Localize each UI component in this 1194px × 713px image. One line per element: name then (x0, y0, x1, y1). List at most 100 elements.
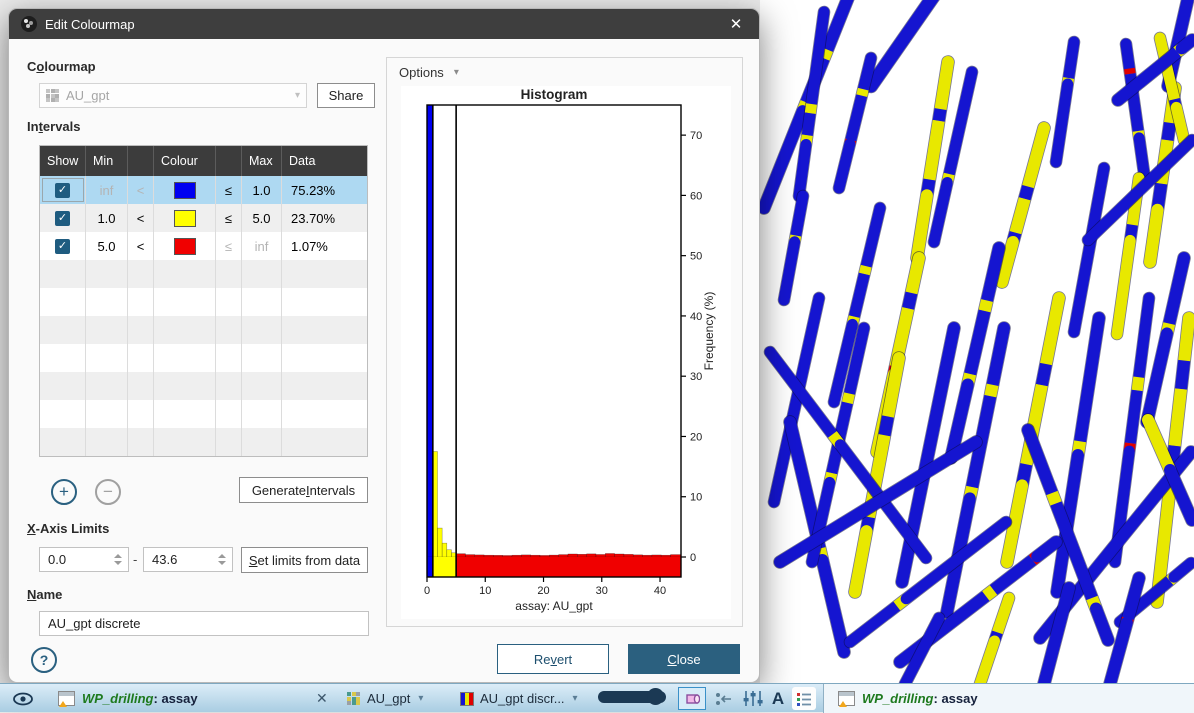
scene-3d-viewport[interactable] (760, 0, 1194, 683)
spinner-arrows-icon[interactable] (218, 554, 226, 565)
show-checkbox[interactable]: ✓ (55, 239, 70, 254)
column-header: Data (282, 146, 367, 176)
intervals-label: Intervals (27, 119, 81, 134)
colourmap-grid-icon (46, 89, 60, 102)
x-axis-limits-label: X-Axis Limits (27, 521, 109, 536)
show-checkbox[interactable]: ✓ (55, 183, 70, 198)
max-operator: ≤ (216, 204, 242, 232)
table-row-empty[interactable] (40, 288, 367, 316)
text-display-button[interactable]: A (768, 687, 788, 710)
sliders-icon[interactable] (740, 687, 766, 710)
legend-list-button[interactable] (792, 687, 816, 710)
colourmap-select[interactable]: AU_gpt ▾ (39, 83, 307, 108)
chevron-down-icon: ▾ (295, 90, 300, 101)
svg-text:Frequency (%): Frequency (%) (702, 292, 716, 371)
table-row-empty[interactable] (40, 344, 367, 372)
share-button[interactable]: Share (317, 83, 375, 108)
svg-text:0: 0 (424, 585, 430, 597)
column-header (128, 146, 154, 176)
colour-swatch[interactable] (174, 182, 196, 199)
slider-handle[interactable] (647, 688, 664, 705)
min-value: 5.0 (86, 232, 128, 260)
edit-colourmap-dialog: Edit Colourmap ✕ Colourmap AU_gpt ▾ Shar… (8, 8, 760, 683)
table-row[interactable]: ✓5.0<≤inf1.07% (40, 232, 367, 260)
svg-text:60: 60 (690, 190, 702, 202)
drillhole (951, 248, 999, 458)
svg-text:40: 40 (690, 311, 702, 323)
data-percentage: 75.23% (282, 176, 367, 204)
svg-text:10: 10 (690, 492, 702, 504)
shelf-discrete-value: AU_gpt discr... (480, 691, 565, 706)
visibility-eye-icon[interactable] (12, 684, 34, 713)
close-button[interactable]: Close (628, 644, 740, 674)
shelf-right-panel: WP_drilling: assay (823, 684, 1194, 713)
set-limits-from-data-button[interactable]: Set limits from data (241, 547, 368, 573)
chevron-down-icon: ▾ (418, 693, 423, 704)
svg-text:40: 40 (654, 585, 666, 597)
min-value: 1.0 (86, 204, 128, 232)
opacity-slider[interactable] (598, 691, 666, 703)
table-row-empty[interactable] (40, 428, 367, 456)
dialog-titlebar[interactable]: Edit Colourmap ✕ (9, 9, 759, 39)
revert-button[interactable]: Revert (497, 644, 609, 674)
cylinder-display-button[interactable] (678, 687, 706, 710)
options-label: Options (399, 65, 444, 80)
table-row-empty[interactable] (40, 400, 367, 428)
drillhole (1074, 168, 1104, 332)
shelf-item-name: WP_drilling (82, 691, 154, 706)
colourmap-label: Colourmap (27, 59, 96, 74)
column-header: Colour (154, 146, 216, 176)
shelf-item-suffix: : assay (154, 691, 198, 706)
min-operator: < (128, 176, 154, 204)
table-row[interactable]: ✓inf<≤1.075.23% (40, 176, 367, 204)
help-button[interactable]: ? (31, 647, 57, 673)
table-row[interactable]: ✓1.0<≤5.023.70% (40, 204, 367, 232)
shelf-item-drilling-assay-right[interactable]: WP_drilling: assay (838, 684, 978, 713)
values-grid-icon (347, 692, 361, 705)
shelf-item-suffix: : assay (934, 691, 978, 706)
x-min-value: 0.0 (48, 552, 66, 567)
colourmap-icon (21, 16, 37, 32)
options-menu[interactable]: Options ▾ (399, 65, 459, 80)
max-operator: ≤ (216, 232, 242, 260)
show-checkbox[interactable]: ✓ (55, 211, 70, 226)
table-row-empty[interactable] (40, 372, 367, 400)
colourmap-select-value: AU_gpt (66, 88, 109, 103)
x-max-spinner[interactable]: 43.6 (143, 547, 233, 572)
shelf-discrete-select[interactable]: AU_gpt discr... ▾ (460, 684, 578, 713)
svg-text:0: 0 (690, 552, 696, 564)
shelf-colourmap-value: AU_gpt (367, 691, 410, 706)
scene-shelf: WP_drilling: assay ✕ AU_gpt ▾ AU_gpt dis… (0, 683, 1194, 712)
data-percentage: 23.70% (282, 204, 367, 232)
shelf-item-name: WP_drilling (862, 691, 934, 706)
table-row-empty[interactable] (40, 260, 367, 288)
histogram-chart: Histogram010203040assay: AU_gpt010203040… (401, 86, 731, 619)
colourmap-stripes-icon (460, 692, 474, 706)
drillhole (784, 196, 803, 300)
add-interval-button[interactable]: + (51, 479, 77, 505)
close-icon[interactable]: ✕ (725, 15, 747, 33)
colour-swatch[interactable] (174, 210, 196, 227)
table-header-row: ShowMinColourMaxData (40, 146, 367, 176)
svg-text:20: 20 (690, 431, 702, 443)
drillhole (1002, 128, 1044, 282)
intervals-table[interactable]: ShowMinColourMaxData✓inf<≤1.075.23%✓1.0<… (39, 145, 368, 457)
column-header (216, 146, 242, 176)
min-value: inf (86, 176, 128, 204)
name-input[interactable]: AU_gpt discrete (39, 611, 369, 636)
spinner-arrows-icon[interactable] (114, 554, 122, 565)
shelf-item-drilling-assay[interactable]: WP_drilling: assay (58, 684, 198, 713)
drillhole (839, 58, 871, 188)
colour-swatch[interactable] (174, 238, 196, 255)
drillhole (1110, 578, 1139, 683)
x-min-spinner[interactable]: 0.0 (39, 547, 129, 572)
table-row-empty[interactable] (40, 316, 367, 344)
svg-text:70: 70 (690, 130, 702, 142)
min-operator: < (128, 204, 154, 232)
filter-trace-icon[interactable] (712, 687, 736, 710)
generate-intervals-button[interactable]: Generate Intervals (239, 477, 368, 503)
remove-interval-button[interactable]: − (95, 479, 121, 505)
max-value: 1.0 (242, 176, 282, 204)
shelf-item-close-icon[interactable]: ✕ (316, 684, 328, 713)
shelf-colourmap-select[interactable]: AU_gpt ▾ (347, 684, 423, 713)
